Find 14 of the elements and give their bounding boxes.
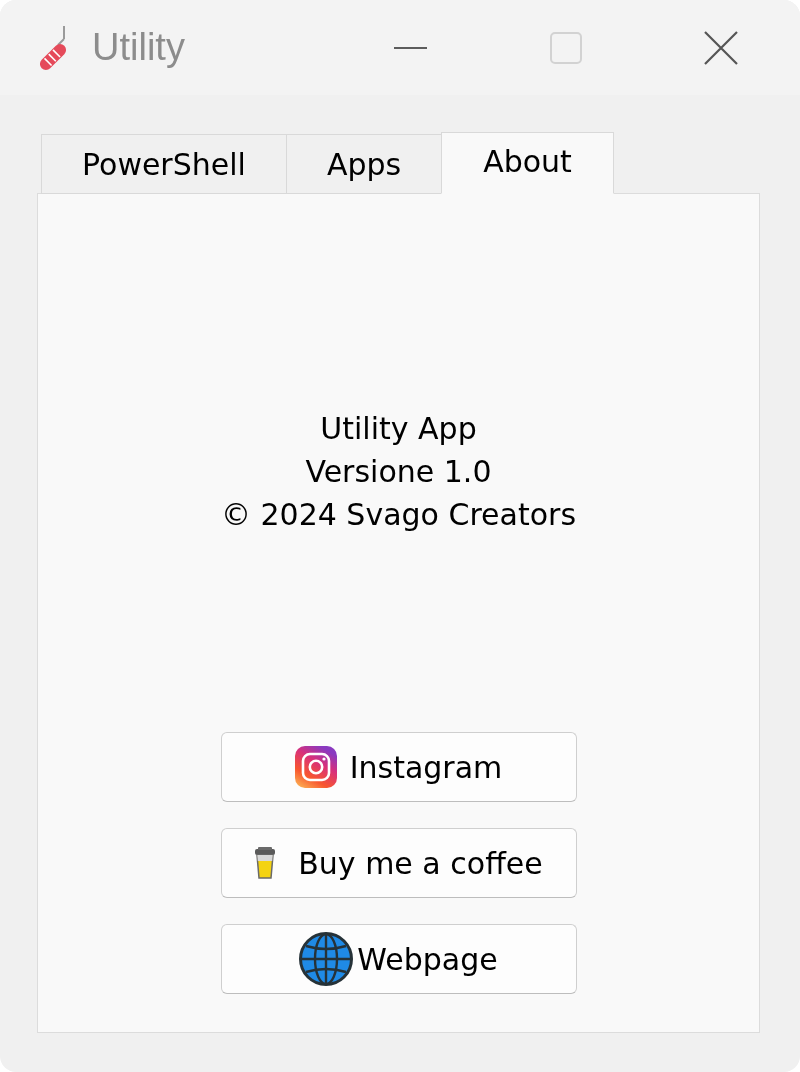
globe-icon	[299, 932, 354, 986]
version-text: Versione 1.0	[305, 453, 492, 491]
camera-icon	[294, 746, 337, 788]
link-button[interactable]: Webpage	[220, 924, 577, 994]
close-icon[interactable]	[703, 30, 738, 65]
window-title: Utility	[92, 27, 185, 68]
minimize-icon[interactable]	[394, 46, 427, 49]
coffee-cup-icon	[254, 847, 277, 879]
copyright-text: © 2024 Svago Creators	[220, 496, 577, 534]
tab[interactable]: PowerShell	[41, 134, 287, 194]
link-button[interactable]: Instagram	[220, 732, 577, 802]
app-name-text: Utility App	[320, 410, 477, 448]
link-button[interactable]: Buy me a coffee	[220, 828, 577, 898]
tab[interactable]: About	[441, 132, 614, 194]
